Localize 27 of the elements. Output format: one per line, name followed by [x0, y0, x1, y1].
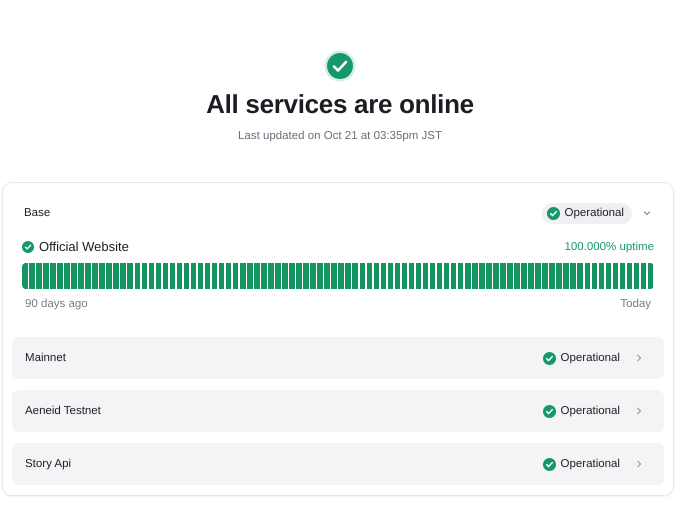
- chevron-icon[interactable]: [642, 208, 652, 218]
- check-circle-icon: [324, 50, 356, 82]
- check-circle-icon: [546, 206, 560, 220]
- component-row[interactable]: Story Api Operational: [12, 443, 664, 485]
- group-name: Base: [24, 207, 52, 219]
- uptime-text: 100.000% uptime: [564, 240, 654, 252]
- last-updated-text: Last updated on Oct 21 at 03:35pm JST: [238, 130, 442, 142]
- check-circle-icon: [542, 352, 556, 364]
- status-text: Operational: [560, 352, 620, 364]
- chevron-right-icon: [634, 406, 644, 416]
- component-name: Story Api: [25, 458, 72, 470]
- range-start-label: 90 days ago: [25, 298, 88, 310]
- component-row[interactable]: Mainnet Operational: [12, 337, 664, 379]
- chevron-right-icon: [634, 459, 644, 469]
- status-text: Operational: [560, 458, 620, 470]
- status-badge: Operational: [542, 202, 632, 224]
- range-end-label: Today: [620, 298, 651, 310]
- check-circle-icon: [22, 240, 34, 252]
- chevron-right-icon: [634, 353, 644, 363]
- page-title: All services are online: [206, 88, 474, 120]
- component-row[interactable]: Aeneid Testnet Operational: [12, 390, 664, 432]
- service-name: Official Website: [39, 239, 129, 254]
- component-name: Aeneid Testnet: [25, 405, 102, 417]
- status-text: Operational: [560, 405, 620, 417]
- check-circle-icon: [542, 458, 556, 470]
- component-name: Mainnet: [25, 352, 67, 364]
- check-circle-icon: [542, 404, 556, 418]
